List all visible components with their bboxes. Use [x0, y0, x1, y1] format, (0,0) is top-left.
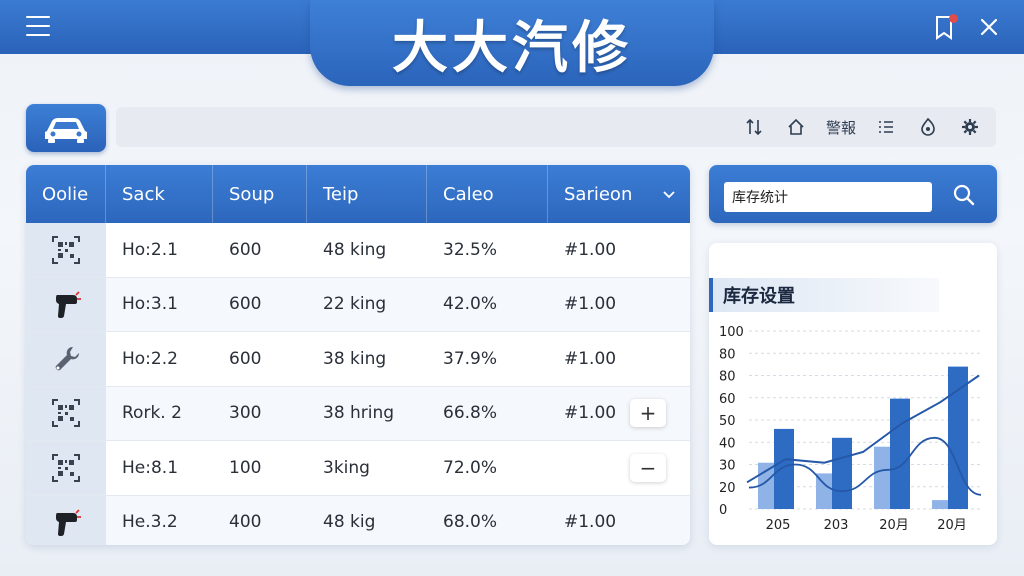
- table-cell: Rork. 2: [122, 403, 182, 424]
- tag-icon[interactable]: [916, 115, 940, 139]
- table-cell: 100: [229, 457, 262, 478]
- y-tick-label: 50: [719, 414, 736, 429]
- table-cell: #1.00: [564, 403, 617, 424]
- table-cell: 32.5%: [443, 239, 498, 260]
- table-cell: He:8.1: [122, 457, 179, 478]
- column-header[interactable]: Caleo: [427, 165, 548, 223]
- bar: [948, 366, 968, 509]
- column-header[interactable]: Sack: [106, 165, 213, 223]
- menu-icon[interactable]: [26, 16, 50, 36]
- table-row[interactable]: Rork. 2 300 38 hring 66.8% #1.00 +: [26, 386, 690, 441]
- table-cell: 600: [229, 294, 262, 315]
- table-cell: #1.00: [564, 512, 617, 533]
- table-cell: 48 king: [323, 239, 387, 260]
- table-cell: 38 king: [323, 348, 387, 369]
- table-cell: He.3.2: [122, 512, 178, 533]
- table-cell: 300: [229, 403, 262, 424]
- table-cell: Ho:2.1: [122, 239, 178, 260]
- y-tick-label: 40: [719, 436, 736, 451]
- car-button[interactable]: [26, 104, 106, 152]
- table-cell: #1.00: [564, 348, 617, 369]
- table-row[interactable]: Ho:3.1 600 22 king 42.0% #1.00: [26, 277, 690, 332]
- qr-code-icon: [26, 441, 106, 495]
- x-tick-label: 205: [766, 518, 791, 533]
- data-table: Oolie Sack Soup Teip Caleo Sarieon Ho:2.…: [26, 165, 690, 545]
- search-input[interactable]: [724, 182, 932, 212]
- bar: [832, 437, 852, 509]
- table-cell: 400: [229, 512, 262, 533]
- scanner-gun-icon: [26, 277, 106, 331]
- table-row[interactable]: He:8.1 100 3king 72.0% −: [26, 441, 690, 496]
- table-cell: 42.0%: [443, 294, 498, 315]
- table-row[interactable]: He.3.2 400 48 kig 68.0% #1.00: [26, 495, 690, 545]
- table-cell: 66.8%: [443, 403, 498, 424]
- table-row[interactable]: Ho:2.2 600 38 king 37.9% #1.00: [26, 332, 690, 387]
- y-tick-label: 0: [719, 503, 727, 518]
- column-header-label: Sarieon: [564, 183, 633, 205]
- y-tick-label: 80: [719, 370, 736, 385]
- column-header[interactable]: Oolie: [26, 165, 106, 223]
- table-cell: 3king: [323, 457, 370, 478]
- column-header-dropdown[interactable]: Sarieon: [548, 165, 690, 223]
- remove-button[interactable]: −: [630, 453, 666, 482]
- chevron-down-icon[interactable]: [662, 187, 676, 201]
- table-row[interactable]: Ho:2.1 600 48 king 32.5% #1.00: [26, 223, 690, 278]
- column-header[interactable]: Teip: [307, 165, 427, 223]
- column-header[interactable]: Soup: [213, 165, 307, 223]
- add-button[interactable]: +: [630, 399, 666, 428]
- scanner-gun-icon: [26, 495, 106, 545]
- alert-label[interactable]: 警報: [826, 115, 856, 139]
- app-window: 大大汽修 警報 Oolie Sack Soup Teip Caleo Sarie…: [0, 0, 1024, 576]
- toolbar: 警報: [116, 107, 996, 147]
- table-body: Ho:2.1 600 48 king 32.5% #1.00 Ho:3.1 600 22 ki…: [26, 223, 690, 545]
- inventory-chart: 0 20 30 40 50 60 80 80 100 205 203 20月 20月: [719, 325, 982, 533]
- table-cell: Ho:2.2: [122, 348, 178, 369]
- table-cell: 600: [229, 239, 262, 260]
- y-tick-label: 20: [719, 481, 736, 496]
- table-cell: 38 hring: [323, 403, 395, 424]
- y-tick-label: 60: [719, 392, 736, 407]
- y-tick-label: 80: [719, 347, 736, 362]
- search-panel: [709, 165, 997, 223]
- table-cell: 48 kig: [323, 512, 376, 533]
- y-tick-label: 30: [719, 459, 736, 474]
- x-tick-label: 203: [824, 518, 849, 533]
- close-icon[interactable]: [978, 16, 1000, 38]
- sort-icon[interactable]: [742, 115, 766, 139]
- home-icon[interactable]: [784, 115, 808, 139]
- search-icon[interactable]: [949, 180, 979, 210]
- bar: [774, 428, 794, 509]
- table-header: Oolie Sack Soup Teip Caleo Sarieon: [26, 165, 690, 223]
- bar: [890, 398, 910, 509]
- table-cell: #1.00: [564, 294, 617, 315]
- table-cell: 22 king: [323, 294, 387, 315]
- table-cell: #1.00: [564, 239, 617, 260]
- gear-icon[interactable]: [958, 115, 982, 139]
- table-cell: 37.9%: [443, 348, 498, 369]
- x-tick-label: 20月: [937, 518, 967, 533]
- title-tab: 大大汽修: [310, 0, 714, 86]
- qr-code-icon: [26, 223, 106, 277]
- x-tick-label: 20月: [879, 518, 909, 533]
- qr-code-icon: [26, 386, 106, 440]
- list-icon[interactable]: [874, 115, 898, 139]
- y-tick-label: 100: [719, 325, 744, 340]
- table-cell: 600: [229, 348, 262, 369]
- car-icon: [45, 118, 87, 143]
- table-cell: 68.0%: [443, 512, 498, 533]
- notification-dot: [949, 14, 958, 23]
- table-cell: 72.0%: [443, 457, 498, 478]
- table-cell: Ho:3.1: [122, 294, 178, 315]
- chart-title: 库存设置: [709, 278, 939, 312]
- bookmark-icon[interactable]: [932, 14, 958, 42]
- wrench-icon: [26, 332, 106, 386]
- chart-card: 库存设置 0 20 30 40 50 60 80 80 100 205 203 20月 20月: [709, 243, 997, 545]
- app-title: 大大汽修: [392, 15, 632, 81]
